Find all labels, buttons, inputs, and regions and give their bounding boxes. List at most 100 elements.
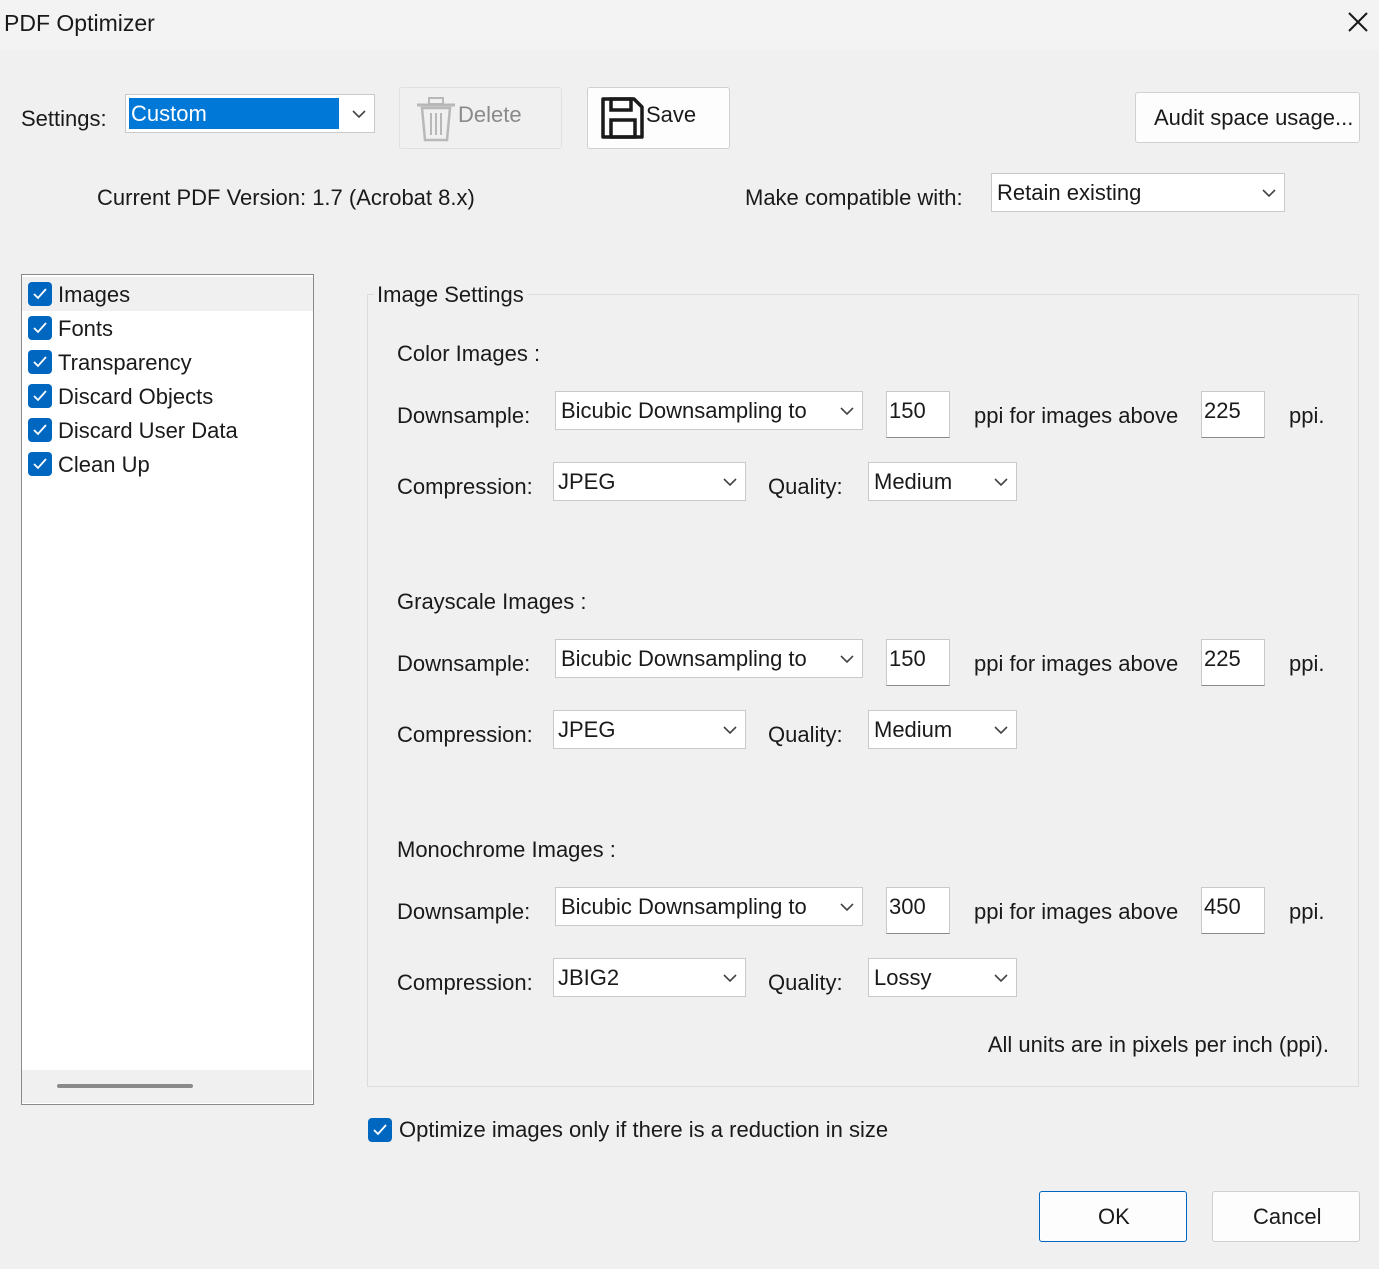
grayscale-quality-select[interactable]: Medium — [868, 710, 1017, 749]
compression-label: Compression: — [397, 722, 533, 747]
chevron-down-icon — [840, 406, 854, 415]
category-label: Discard User Data — [58, 418, 238, 443]
cancel-label: Cancel — [1253, 1204, 1322, 1229]
discard-objects-checkbox[interactable] — [28, 384, 52, 408]
category-label: Clean Up — [58, 452, 150, 477]
chevron-down-icon — [352, 109, 366, 118]
quality-label: Quality: — [768, 970, 843, 995]
category-item-discard-objects[interactable]: Discard Objects — [22, 379, 313, 413]
transparency-checkbox[interactable] — [28, 350, 52, 374]
compression-value: JPEG — [558, 716, 616, 742]
chevron-down-icon — [840, 902, 854, 911]
target-ppi-value: 300 — [889, 894, 926, 919]
clean-up-checkbox[interactable] — [28, 452, 52, 476]
optimize-only-checkbox[interactable] — [368, 1118, 392, 1142]
chevron-down-icon — [723, 973, 737, 982]
color-compression-select[interactable]: JPEG — [553, 462, 746, 501]
grayscale-compression-select[interactable]: JPEG — [553, 710, 746, 749]
make-compatible-label: Make compatible with: — [745, 185, 963, 210]
target-ppi-value: 150 — [889, 398, 926, 423]
save-button[interactable]: Save — [587, 87, 730, 149]
cancel-button[interactable]: Cancel — [1212, 1191, 1360, 1242]
checkmark-icon — [33, 322, 47, 334]
monochrome-target-ppi-input[interactable]: 300 — [886, 887, 950, 934]
ppi-above-label: ppi for images above — [974, 899, 1179, 924]
settings-label: Settings: — [21, 106, 107, 131]
close-icon — [1348, 12, 1368, 32]
ppi-above-label: ppi for images above — [974, 403, 1179, 428]
settings-select[interactable]: Custom — [125, 94, 375, 133]
checkmark-icon — [33, 424, 47, 436]
downsample-value: Bicubic Downsampling to — [561, 397, 807, 423]
image-settings-legend: Image Settings — [374, 282, 527, 308]
settings-value: Custom — [131, 101, 207, 126]
color-above-ppi-input[interactable]: 225 — [1201, 391, 1265, 438]
color-target-ppi-input[interactable]: 150 — [886, 391, 950, 438]
save-label: Save — [646, 102, 697, 127]
category-item-discard-user-data[interactable]: Discard User Data — [22, 413, 313, 447]
ppi-unit-label: ppi. — [1289, 651, 1325, 676]
images-checkbox[interactable] — [28, 282, 52, 306]
monochrome-compression-select[interactable]: JBIG2 — [553, 958, 746, 997]
downsample-label: Downsample: — [397, 403, 531, 428]
checkmark-icon — [33, 458, 47, 470]
checkmark-icon — [33, 356, 47, 368]
ppi-unit-label: ppi. — [1289, 899, 1325, 924]
compatibility-value: Retain existing — [997, 179, 1142, 205]
compression-label: Compression: — [397, 970, 533, 995]
compression-value: JPEG — [558, 468, 616, 494]
grayscale-downsample-select[interactable]: Bicubic Downsampling to — [555, 639, 863, 678]
color-downsample-select[interactable]: Bicubic Downsampling to — [555, 391, 863, 430]
ok-button[interactable]: OK — [1039, 1191, 1187, 1242]
grayscale-images-heading: Grayscale Images : — [397, 589, 587, 614]
audit-space-usage-button[interactable]: Audit space usage... — [1135, 92, 1360, 143]
chevron-down-icon — [723, 725, 737, 734]
above-ppi-value: 450 — [1204, 894, 1241, 919]
scrollbar-thumb[interactable] — [57, 1084, 193, 1088]
ppi-unit-label: ppi. — [1289, 403, 1325, 428]
compression-label: Compression: — [397, 474, 533, 499]
chevron-down-icon — [723, 477, 737, 486]
delete-button[interactable]: Delete — [399, 87, 562, 149]
delete-label: Delete — [458, 102, 522, 127]
checkmark-icon — [33, 288, 47, 300]
color-images-heading: Color Images : — [397, 341, 541, 366]
monochrome-quality-select[interactable]: Lossy — [868, 958, 1017, 997]
ppi-above-label: ppi for images above — [974, 651, 1179, 676]
category-item-clean-up[interactable]: Clean Up — [22, 447, 313, 481]
checkmark-icon — [33, 390, 47, 402]
category-label: Images — [58, 282, 131, 307]
checkmark-icon — [373, 1124, 387, 1136]
current-pdf-version: Current PDF Version: 1.7 (Acrobat 8.x) — [97, 185, 475, 210]
chevron-down-icon — [994, 477, 1008, 486]
ok-label: OK — [1098, 1204, 1130, 1229]
units-note: All units are in pixels per inch (ppi). — [987, 1032, 1329, 1057]
above-ppi-value: 225 — [1204, 398, 1241, 423]
close-button[interactable] — [1344, 8, 1372, 36]
title-bar — [0, 0, 1379, 50]
monochrome-above-ppi-input[interactable]: 450 — [1201, 887, 1265, 934]
discard-user-data-checkbox[interactable] — [28, 418, 52, 442]
quality-label: Quality: — [768, 722, 843, 747]
chevron-down-icon — [994, 725, 1008, 734]
category-list: Images Fonts Transparency Discard Object… — [21, 274, 314, 1105]
monochrome-downsample-select[interactable]: Bicubic Downsampling to — [555, 887, 863, 926]
downsample-value: Bicubic Downsampling to — [561, 645, 807, 671]
category-label: Fonts — [58, 316, 114, 341]
downsample-value: Bicubic Downsampling to — [561, 893, 807, 919]
compatibility-select[interactable]: Retain existing — [991, 173, 1285, 212]
category-label: Transparency — [58, 350, 192, 375]
quality-value: Medium — [874, 468, 953, 494]
grayscale-target-ppi-input[interactable]: 150 — [886, 639, 950, 686]
quality-value: Medium — [874, 716, 953, 742]
category-item-images[interactable]: Images — [22, 277, 313, 311]
fonts-checkbox[interactable] — [28, 316, 52, 340]
category-item-fonts[interactable]: Fonts — [22, 311, 313, 345]
category-item-transparency[interactable]: Transparency — [22, 345, 313, 379]
downsample-label: Downsample: — [397, 899, 531, 924]
audit-label: Audit space usage... — [1154, 105, 1354, 130]
trash-icon — [417, 97, 455, 142]
grayscale-above-ppi-input[interactable]: 225 — [1201, 639, 1265, 686]
downsample-label: Downsample: — [397, 651, 531, 676]
color-quality-select[interactable]: Medium — [868, 462, 1017, 501]
